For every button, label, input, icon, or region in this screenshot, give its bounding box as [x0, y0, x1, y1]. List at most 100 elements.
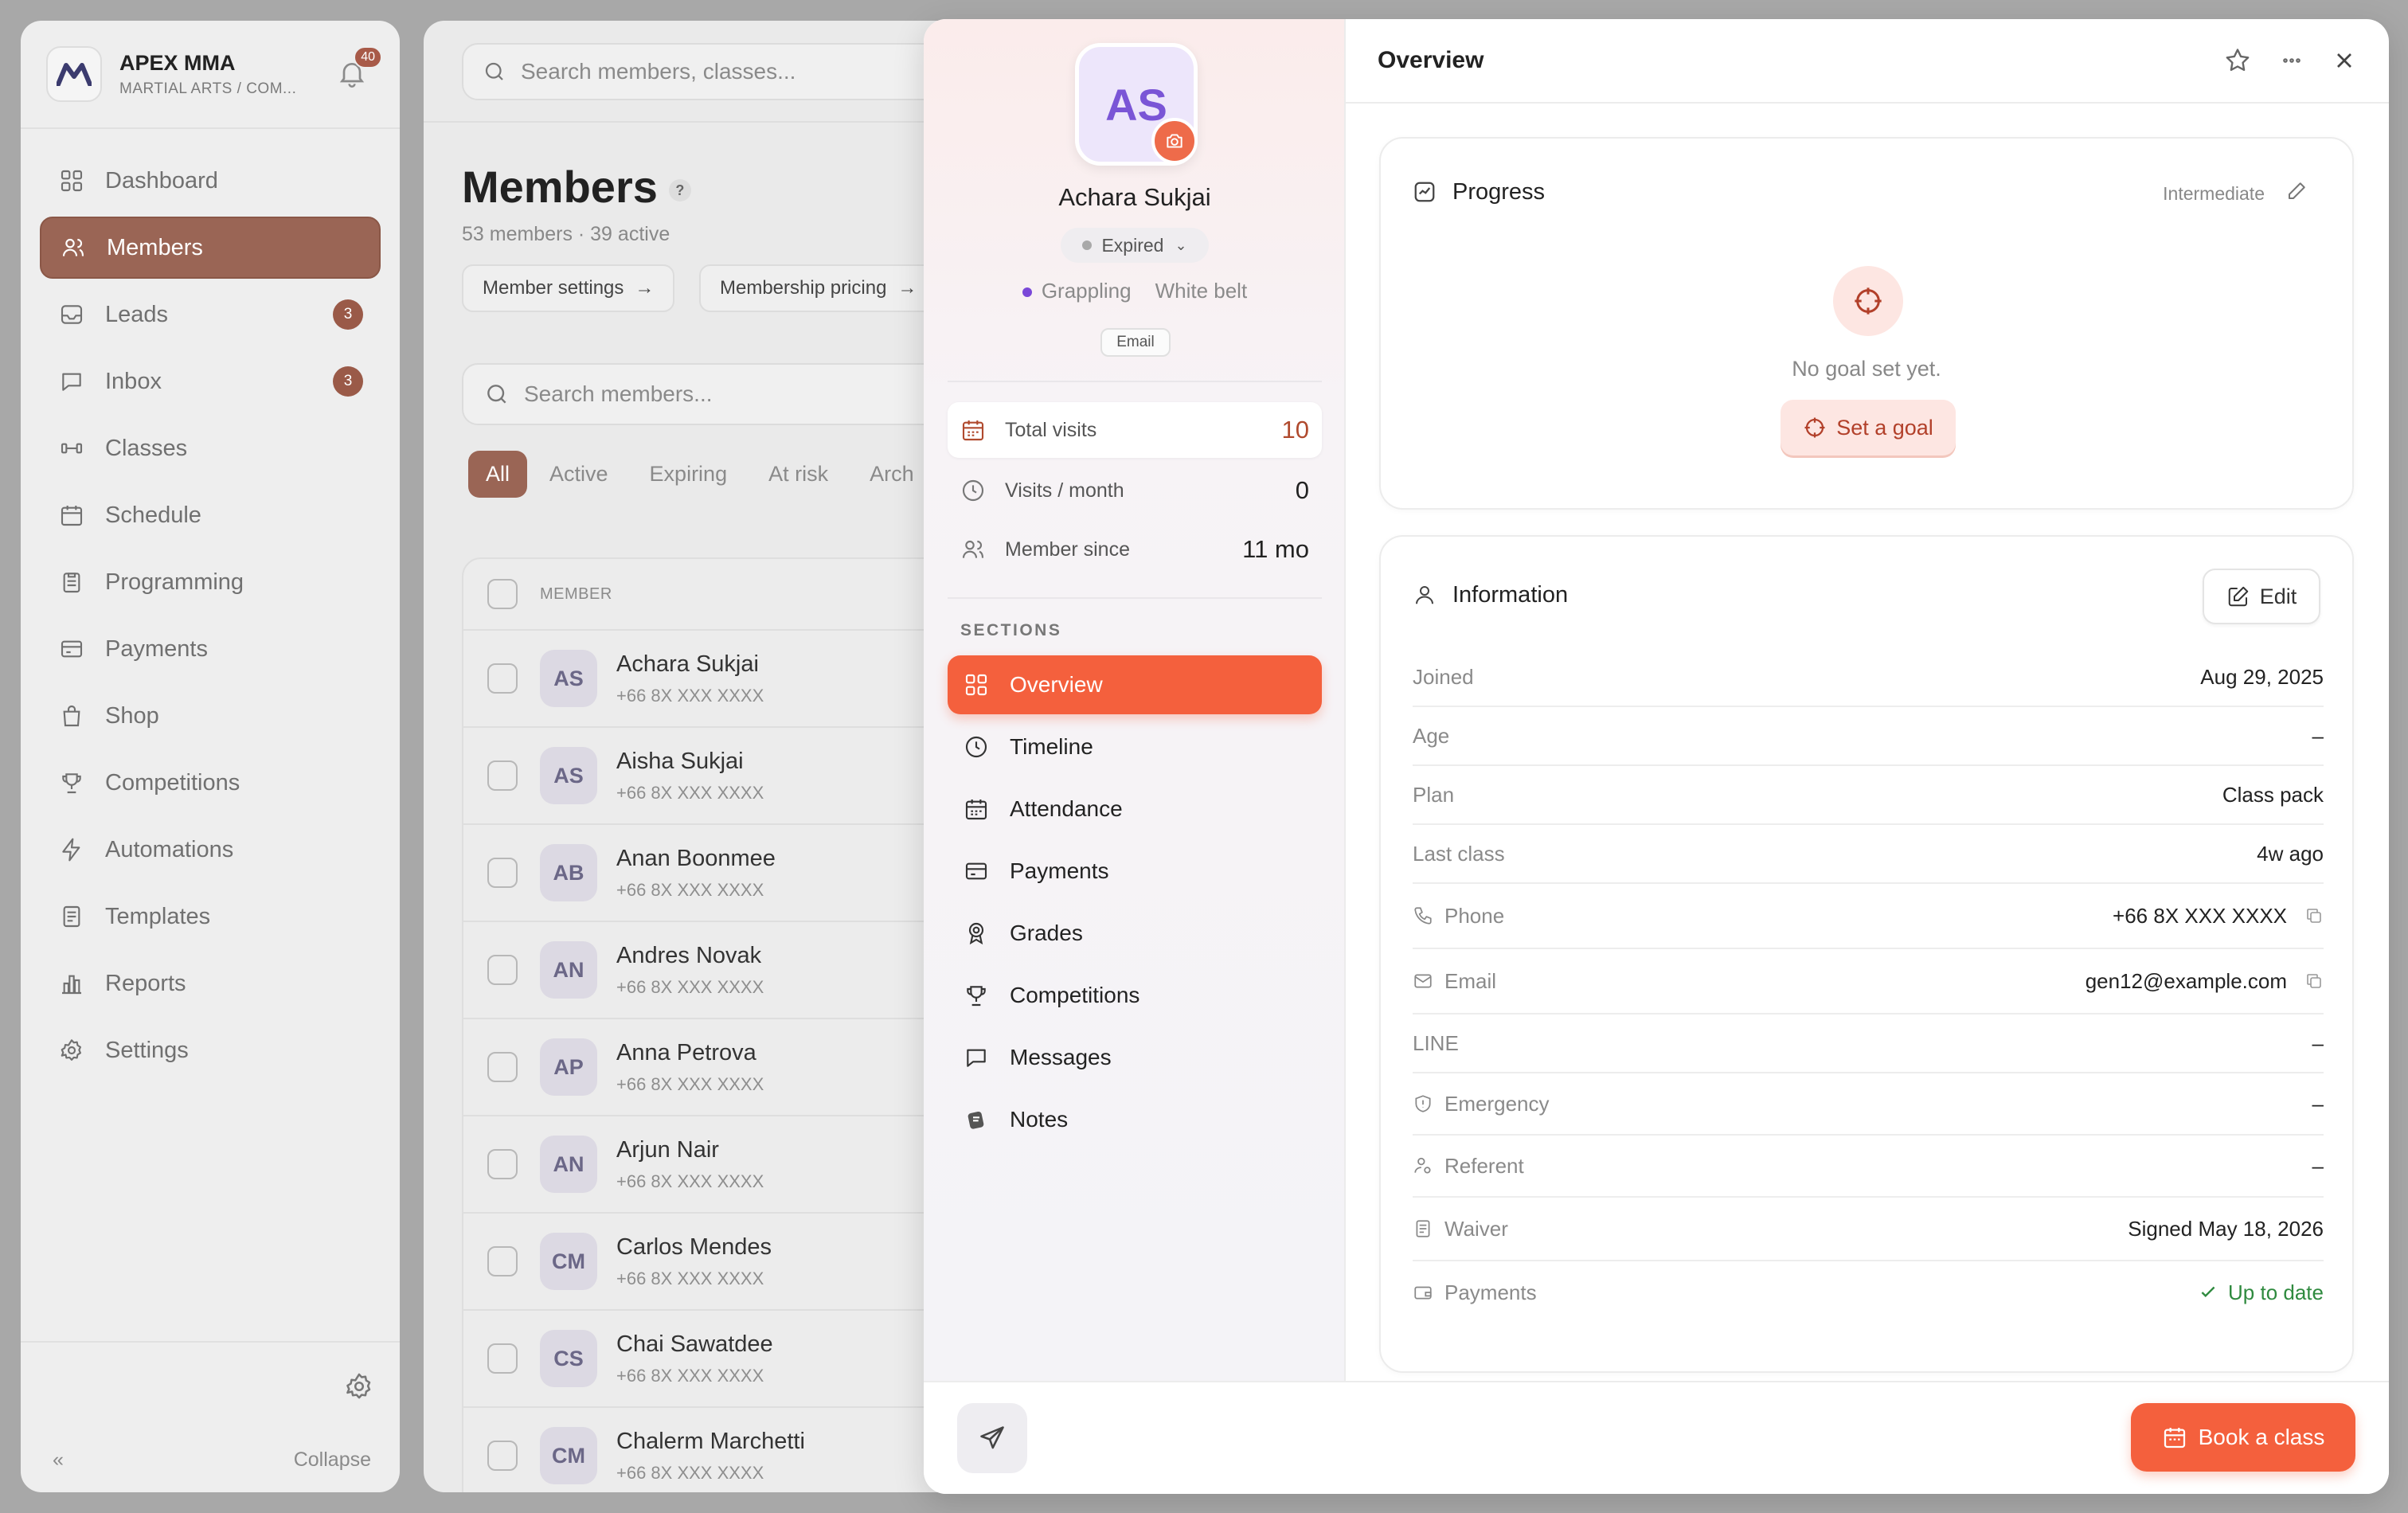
sidebar-item-templates[interactable]: Templates — [40, 886, 381, 948]
progress-level: Intermediate — [2163, 183, 2265, 204]
sidebar-item-settings[interactable]: Settings — [40, 1019, 381, 1081]
info-value: +66 8X XXX XXXX — [2113, 903, 2287, 928]
org-logo[interactable] — [46, 46, 102, 102]
sidebar-item-competitions[interactable]: Competitions — [40, 752, 381, 814]
book-class-button[interactable]: Book a class — [2131, 1403, 2355, 1472]
credit-card-icon — [964, 857, 992, 886]
users-icon — [960, 536, 987, 563]
member-phone: +66 8X XXX XXXX — [616, 1268, 764, 1288]
stat-total-visits: Total visits 10 — [948, 402, 1322, 458]
collapse-button[interactable]: « Collapse — [53, 1448, 371, 1472]
section-overview[interactable]: Overview — [948, 655, 1322, 714]
close-button[interactable] — [2332, 48, 2357, 73]
section-competitions[interactable]: Competitions — [948, 966, 1322, 1025]
tab-archived[interactable]: Arch — [870, 462, 914, 487]
calendar-icon — [964, 795, 992, 823]
member-name: Achara Sukjai — [616, 651, 759, 677]
member-search-placeholder: Search members... — [524, 381, 713, 406]
preferences-button[interactable] — [344, 1371, 376, 1403]
select-all-checkbox[interactable] — [487, 579, 518, 609]
sidebar-item-label: Settings — [105, 1037, 189, 1063]
change-photo-button[interactable] — [1151, 118, 1198, 164]
sidebar-item-label: Shop — [105, 702, 159, 729]
section-grades[interactable]: Grades — [948, 904, 1322, 963]
page-title: Members? — [462, 161, 691, 213]
set-goal-button[interactable]: Set a goal — [1781, 400, 1956, 455]
sidebar-item-members[interactable]: Members — [40, 217, 381, 279]
sidebar-item-leads[interactable]: Leads 3 — [40, 283, 381, 346]
avatar: AS — [540, 650, 597, 707]
sidebar-item-programming[interactable]: Programming — [40, 551, 381, 613]
clipboard-icon — [57, 568, 86, 596]
info-row-age: Age – — [1413, 707, 2324, 766]
inbox-tray-icon — [57, 300, 86, 329]
tab-at-risk[interactable]: At risk — [768, 462, 828, 487]
notifications-button[interactable]: 40 — [336, 46, 382, 92]
medal-icon — [964, 919, 992, 948]
sidebar-item-shop[interactable]: Shop — [40, 685, 381, 747]
grid-icon — [57, 166, 86, 195]
section-payments[interactable]: Payments — [948, 842, 1322, 901]
edit-level-button[interactable] — [2285, 178, 2309, 206]
info-row-last-class: Last class 4w ago — [1413, 825, 2324, 884]
sections-heading: SECTIONS — [960, 621, 1062, 639]
calendar-icon — [960, 416, 987, 444]
info-label: Payments — [1444, 1280, 1537, 1304]
drawer-title: Overview — [1378, 47, 1484, 73]
info-value: – — [2312, 1091, 2324, 1116]
edit-label: Edit — [2259, 584, 2297, 608]
discipline-dot — [1022, 287, 1032, 298]
help-icon[interactable]: ? — [668, 179, 691, 202]
more-options-button[interactable] — [2279, 48, 2304, 73]
section-notes[interactable]: Notes — [948, 1090, 1322, 1149]
progress-title: Progress — [1413, 178, 1545, 205]
row-checkbox[interactable] — [487, 663, 518, 694]
stat-value: 10 — [1281, 416, 1309, 444]
dumbbell-icon — [57, 434, 86, 463]
sidebar-item-reports[interactable]: Reports — [40, 952, 381, 1015]
copy-phone-button[interactable] — [2304, 906, 2324, 925]
tab-active[interactable]: Active — [549, 462, 608, 487]
info-value: gen12@example.com — [2085, 968, 2287, 993]
divider — [948, 597, 1322, 599]
send-message-button[interactable] — [957, 1403, 1027, 1473]
membership-pricing-label: Membership pricing — [720, 277, 887, 299]
copy-email-button[interactable] — [2304, 972, 2324, 991]
page-title-text: Members — [462, 162, 658, 212]
row-checkbox[interactable] — [487, 1052, 518, 1082]
section-timeline[interactable]: Timeline — [948, 717, 1322, 776]
row-checkbox[interactable] — [487, 858, 518, 888]
sidebar-item-schedule[interactable]: Schedule — [40, 484, 381, 546]
sidebar-item-classes[interactable]: Classes — [40, 417, 381, 479]
tab-expiring[interactable]: Expiring — [650, 462, 728, 487]
row-checkbox[interactable] — [487, 1149, 518, 1179]
edit-info-button[interactable]: Edit — [2203, 569, 2320, 624]
copy-icon — [2307, 909, 2321, 923]
sidebar-item-payments[interactable]: Payments — [40, 618, 381, 680]
org-subtitle: MARTIAL ARTS / COM... — [119, 80, 297, 97]
row-checkbox[interactable] — [487, 955, 518, 985]
sidebar-item-label: Schedule — [105, 502, 201, 528]
row-checkbox[interactable] — [487, 1441, 518, 1471]
row-checkbox[interactable] — [487, 760, 518, 791]
member-phone: +66 8X XXX XXXX — [616, 1171, 764, 1191]
member-settings-button[interactable]: Member settings → — [462, 264, 675, 312]
membership-pricing-button[interactable]: Membership pricing → — [699, 264, 938, 312]
section-label: Attendance — [1010, 796, 1123, 821]
status-badge[interactable]: Expired ⌄ — [1061, 228, 1209, 263]
edit-icon — [2289, 182, 2305, 199]
section-attendance[interactable]: Attendance — [948, 780, 1322, 839]
section-messages[interactable]: Messages — [948, 1028, 1322, 1087]
tab-all[interactable]: All — [468, 451, 528, 498]
arrow-right-icon: → — [897, 277, 917, 299]
row-checkbox[interactable] — [487, 1343, 518, 1374]
sidebar-item-inbox[interactable]: Inbox 3 — [40, 350, 381, 412]
collapse-label: Collapse — [293, 1448, 371, 1471]
sidebar-item-dashboard[interactable]: Dashboard — [40, 150, 381, 212]
wallet-icon — [1413, 1280, 1437, 1304]
sidebar-item-automations[interactable]: Automations — [40, 819, 381, 881]
info-label: LINE — [1413, 1030, 1459, 1055]
row-checkbox[interactable] — [487, 1246, 518, 1276]
info-row-emergency: Emergency – — [1413, 1073, 2324, 1136]
favorite-button[interactable] — [2223, 46, 2252, 75]
